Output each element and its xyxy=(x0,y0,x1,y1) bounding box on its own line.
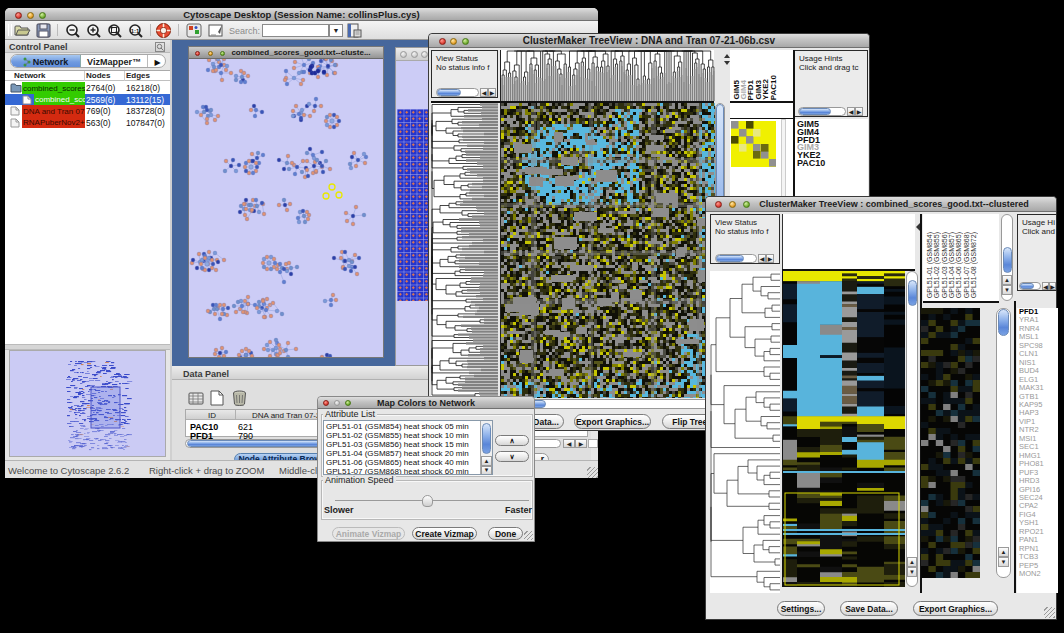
svg-text:1:1: 1:1 xyxy=(131,28,140,34)
